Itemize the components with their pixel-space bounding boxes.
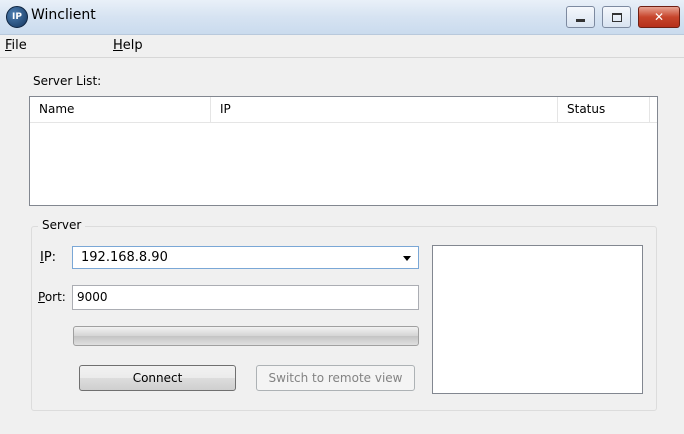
column-header-name[interactable]: Name	[30, 97, 210, 122]
chevron-down-icon[interactable]	[403, 256, 411, 261]
close-button[interactable]: ✕	[638, 6, 680, 28]
column-divider[interactable]	[649, 97, 650, 122]
app-icon-text: IP	[12, 12, 22, 22]
minimize-button[interactable]	[566, 6, 595, 28]
server-list-header: Name IP Status	[30, 97, 657, 123]
port-label-text: ort:	[44, 290, 66, 304]
menu-file[interactable]: File	[5, 38, 27, 53]
maximize-icon	[611, 12, 622, 22]
minimize-icon	[576, 18, 585, 22]
menu-bar: File Help	[0, 35, 684, 58]
close-icon: ✕	[653, 10, 665, 24]
port-input[interactable]: 9000	[72, 285, 419, 310]
ip-value: 192.168.8.90	[81, 250, 168, 265]
menu-help-label: elp	[122, 38, 143, 53]
port-value: 9000	[77, 290, 108, 304]
ip-combobox[interactable]: 192.168.8.90	[72, 246, 419, 269]
connect-button[interactable]: Connect	[79, 365, 236, 391]
port-label: Port:	[38, 290, 66, 304]
remote-preview-panel	[432, 245, 643, 394]
port-label-mnemonic: P	[38, 290, 45, 304]
title-bar: IP Winclient ✕	[0, 0, 684, 35]
app-icon: IP	[6, 6, 28, 28]
connection-progress-bar	[73, 326, 419, 346]
server-group-title: Server	[38, 218, 86, 232]
column-header-status[interactable]: Status	[558, 97, 650, 122]
maximize-button[interactable]	[602, 6, 631, 28]
ip-label-text: P:	[43, 250, 57, 265]
column-header-ip[interactable]: IP	[211, 97, 557, 122]
menu-help-mnemonic: H	[113, 38, 123, 53]
menu-help[interactable]: Help	[113, 38, 143, 53]
server-list[interactable]: Name IP Status	[29, 96, 658, 206]
menu-file-label: ile	[11, 38, 27, 53]
server-list-label: Server List:	[33, 74, 102, 88]
window-title: Winclient	[31, 7, 96, 23]
switch-to-remote-view-button[interactable]: Switch to remote view	[256, 365, 415, 391]
ip-label: IP:	[40, 250, 56, 265]
